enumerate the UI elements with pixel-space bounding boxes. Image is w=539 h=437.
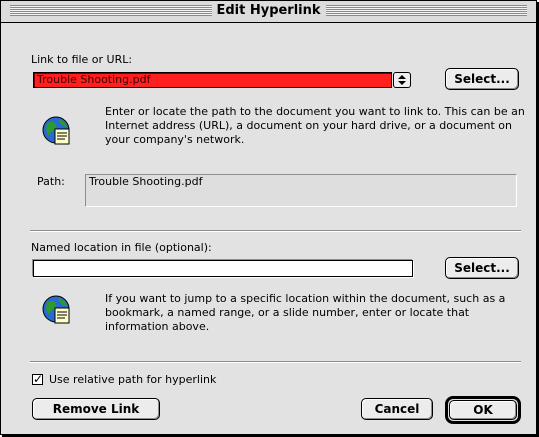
divider [30, 230, 521, 232]
divider [30, 361, 521, 363]
globe-document-icon [41, 294, 73, 326]
link-select-label: Select... [454, 72, 510, 86]
ok-label: OK [473, 403, 493, 417]
cancel-label: Cancel [374, 402, 420, 416]
checkmark-icon: ✓ [33, 372, 44, 386]
link-description: Enter or locate the path to the document… [105, 105, 525, 146]
named-location-label: Named location in file (optional): [31, 241, 212, 254]
named-select-label: Select... [454, 261, 510, 275]
edit-hyperlink-dialog: Edit Hyperlink Link to file or URL: Trou… [0, 0, 537, 435]
globe-document-icon [41, 115, 73, 147]
ok-button[interactable]: OK [449, 400, 517, 420]
dialog-title: Edit Hyperlink [211, 2, 326, 20]
relative-path-checkbox[interactable]: ✓ [32, 372, 44, 386]
path-display: Trouble Shooting.pdf [85, 174, 517, 207]
link-select-button[interactable]: Select... [445, 68, 519, 90]
path-label: Path: [37, 175, 65, 188]
path-value: Trouble Shooting.pdf [89, 175, 203, 188]
named-select-button[interactable]: Select... [445, 257, 519, 279]
named-description: If you want to jump to a specific locati… [105, 292, 506, 333]
relative-path-label[interactable]: Use relative path for hyperlink [49, 373, 216, 386]
link-url-label: Link to file or URL: [31, 53, 133, 66]
remove-link-button[interactable]: Remove Link [32, 398, 160, 420]
named-location-field[interactable] [33, 260, 413, 277]
cancel-button[interactable]: Cancel [361, 398, 433, 420]
link-url-field[interactable]: Trouble Shooting.pdf [33, 72, 392, 88]
remove-link-label: Remove Link [52, 402, 140, 416]
title-bar[interactable]: Edit Hyperlink [1, 1, 536, 23]
link-url-value: Trouble Shooting.pdf [37, 73, 151, 86]
up-down-arrows-icon[interactable] [393, 72, 411, 88]
